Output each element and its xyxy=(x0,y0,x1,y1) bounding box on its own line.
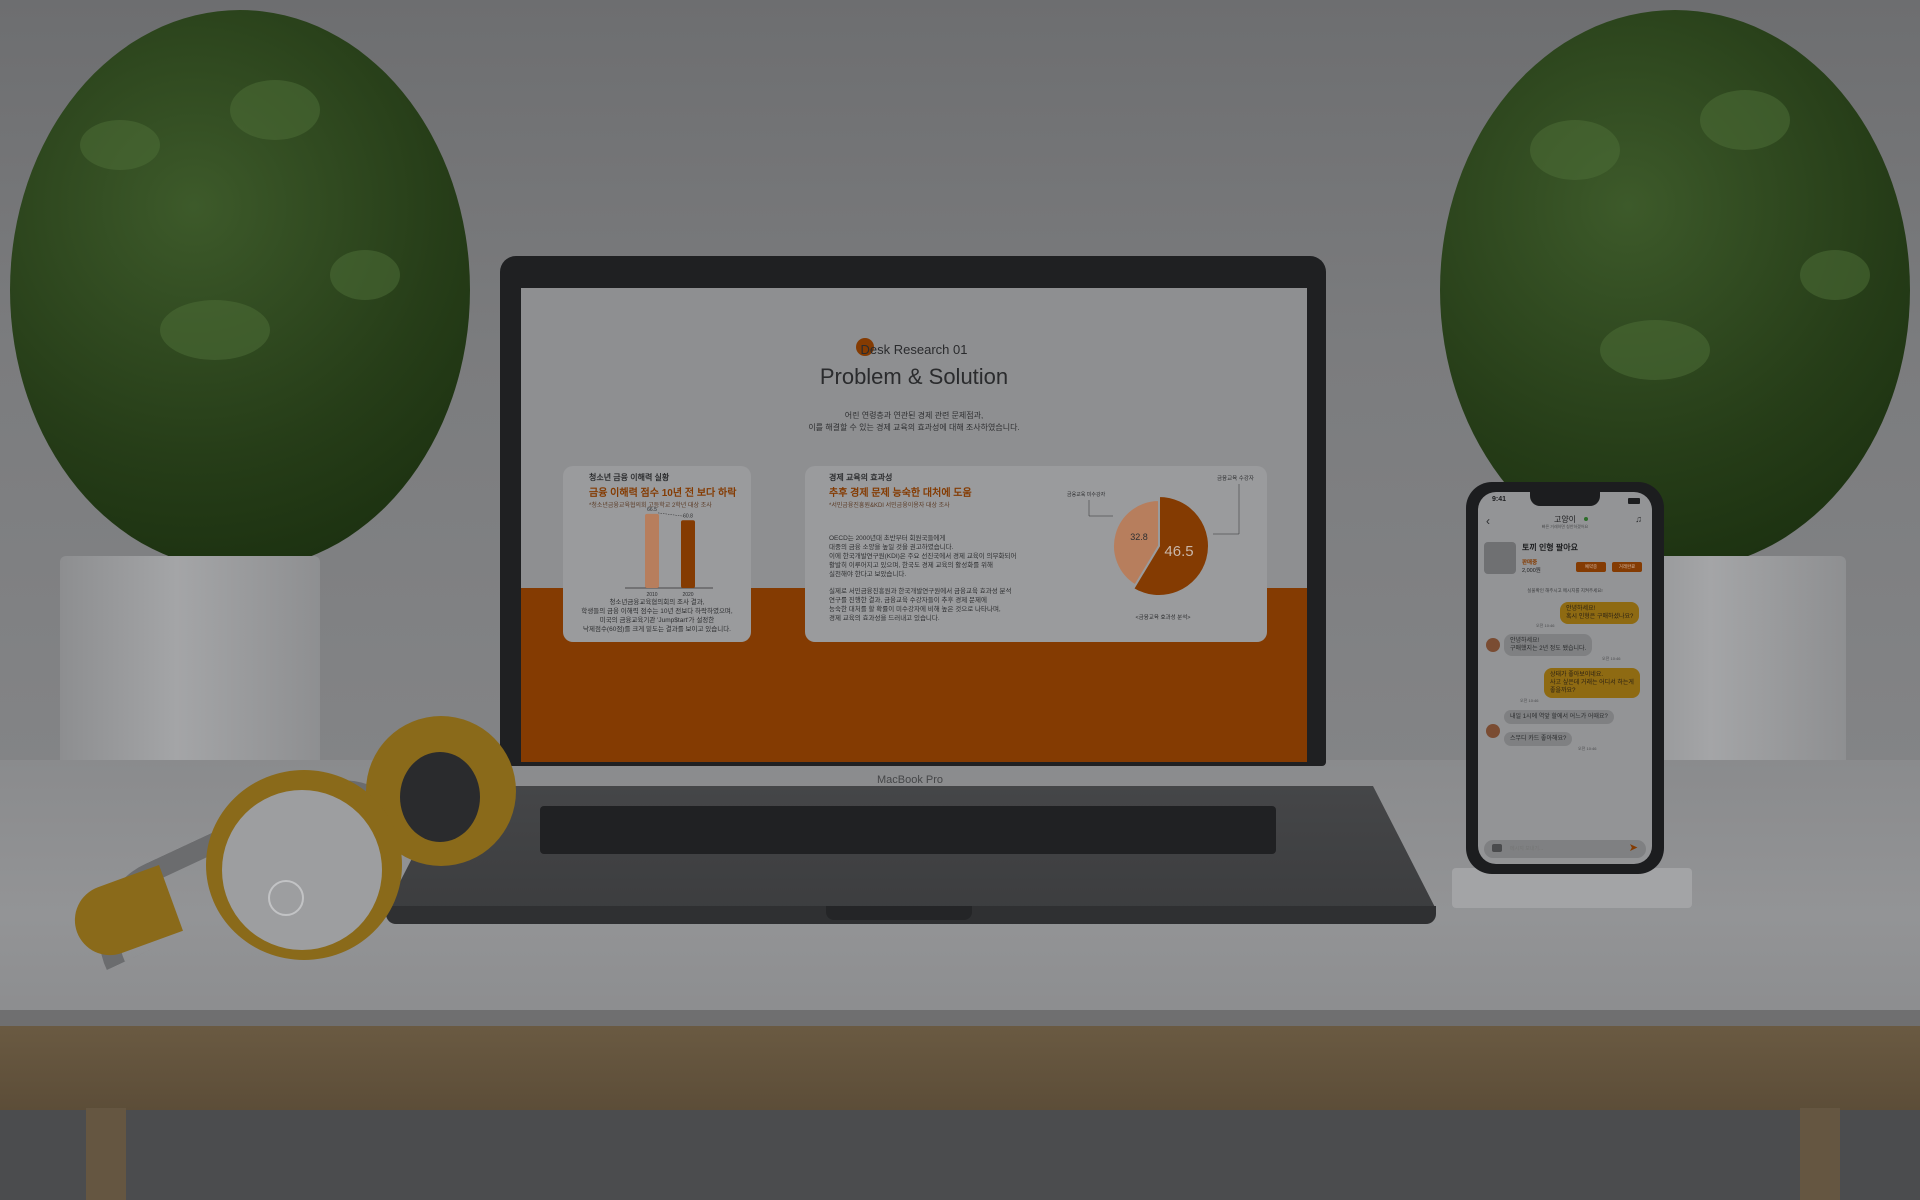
laptop-keyboard xyxy=(540,806,1276,854)
product-thumb[interactable] xyxy=(1484,542,1516,574)
bar-2010 xyxy=(645,513,659,588)
left-card-text-2: 학생들의 금융 이해력 점수는 10년 전보다 하락하였으며, xyxy=(581,608,733,615)
desk-leg-right xyxy=(1800,1108,1840,1200)
message-input[interactable] xyxy=(1510,843,1610,855)
status-time: 9:41 xyxy=(1492,496,1507,503)
phone-stand xyxy=(1452,868,1692,908)
phone-screen: 9:41 ‹ 고양이 빠른 거래하면 칭찬하겠어요 ♫ 토끼 인형 팔아요 판매… xyxy=(1478,492,1652,864)
pie-chart: 32.8 46.5 금융교육 미수강자 금융교육 수강자 <금융교육 효과성 분석> xyxy=(1067,474,1254,621)
right-card-p2-2: 연구를 진행한 결과, 금융교육 수강자들이 추후 경제 문제에 xyxy=(829,597,987,604)
chat-bubble-1: 안녕하세요! 혹시 인형은 구매하셨나요? xyxy=(1560,602,1640,624)
slide-intro-line-1: 어린 연령층과 연관된 경제 관련 문제점과, xyxy=(844,411,984,420)
pie-value-금융교육 수강자: 46.5 xyxy=(1164,543,1193,560)
bar-label-2020: 60.8 xyxy=(683,513,693,519)
right-card-p1-3: 이에 한국개발연구원(KDI)은 주요 선진국에서 경제 교육이 의무화되어 xyxy=(829,553,1017,560)
avatar xyxy=(1486,724,1500,738)
bar-2020 xyxy=(681,520,695,588)
desk-leg-left xyxy=(86,1108,126,1200)
slide-eyebrow: Desk Research 01 xyxy=(860,342,968,357)
presentation-slide: Desk Research 01 Problem & Solution 어린 연… xyxy=(521,288,1307,762)
chat-subtitle: 빠른 거래하면 칭찬하겠어요 xyxy=(1541,524,1589,529)
chat-bubble-4: 내일 1시에 역앞 할에서 어느가 어때요? xyxy=(1504,710,1614,724)
right-card-p2-1: 실제로 서민금융진흥원과 한국개발연구원에서 금융교육 효과성 분석 xyxy=(829,588,1012,595)
laptop-notch xyxy=(826,906,972,920)
headphone-logo xyxy=(268,880,304,916)
chat-bubble-5: 스무디 카드 좋아해요? xyxy=(1504,732,1573,746)
bar-label-2010: 66.5 xyxy=(647,507,657,513)
product-price: 2,000원 xyxy=(1522,568,1541,574)
chat-notice: 실물확인 해주시고 메시지를 지켜주세요! xyxy=(1527,588,1603,593)
pie-value-금융교육 미수강자: 32.8 xyxy=(1130,532,1148,542)
chat-time-1: 오전 10:46 xyxy=(1536,623,1555,628)
left-card: 청소년 금융 이해력 실황 금융 이해력 점수 10년 전 보다 하락 *청소년… xyxy=(563,466,751,642)
bell-icon[interactable]: ♫ xyxy=(1635,514,1642,524)
right-card-p1-1: OECD는 2000년대 초반부터 회원국들에게 xyxy=(829,535,946,542)
left-card-kicker: 청소년 금융 이해력 실황 xyxy=(589,473,670,482)
complete-button[interactable]: 거래완료 xyxy=(1612,562,1642,572)
reserve-button[interactable]: 예약중 xyxy=(1576,562,1606,572)
right-card-headline: 추후 경제 문제 능숙한 대처에 도움 xyxy=(829,488,972,499)
online-dot xyxy=(1584,517,1588,521)
product-title: 토끼 인형 팔아요 xyxy=(1522,543,1578,552)
message-bar: ➤ xyxy=(1484,840,1646,858)
camera-icon[interactable] xyxy=(1492,844,1502,852)
bar-chart: 66.5201060.82020 xyxy=(625,507,713,598)
slide-intro-line-2: 이를 해결할 수 있는 경제 교육의 효과성에 대해 조사하였습니다. xyxy=(808,423,1020,432)
pie-legend-금융교육 수강자: 금융교육 수강자 xyxy=(1217,474,1254,482)
pie-caption: <금융교육 효과성 분석> xyxy=(1135,613,1190,621)
pie-leader-금융교육 미수강자 xyxy=(1088,500,1113,517)
battery-icon xyxy=(1628,498,1640,504)
chat-bubble-3: 상태가 좋아보이네요. 사고 싶은데 거래는 어디서 하는게 좋을까요? xyxy=(1544,668,1640,698)
left-card-text-3: 미국의 금융교육기관 'Jump$tart'가 설정한 xyxy=(599,617,715,624)
right-card-p1-4: 활발히 이루어지고 있으며, 한국도 경제 교육의 활성화를 위해 xyxy=(829,562,993,569)
left-card-text-4: 낙제점수(60점)를 크게 밑도는 결과를 보이고 있습니다. xyxy=(583,626,731,633)
slide-title: Problem & Solution xyxy=(819,364,1009,389)
left-card-text-1: 청소년금융교육협의회의 조사 결과, xyxy=(609,599,705,606)
chat-time-2: 오전 10:46 xyxy=(1602,656,1621,661)
chat-time-5: 오전 10:46 xyxy=(1578,746,1597,751)
right-card-p2-4: 경제 교육의 효과성을 드러내고 있습니다. xyxy=(829,615,940,622)
left-card-headline: 금융 이해력 점수 10년 전 보다 하락 xyxy=(589,488,737,499)
right-card-p1-2: 대중의 금융 소양을 높일 것을 권고하였습니다. xyxy=(829,544,954,551)
product-status: 판매중 xyxy=(1522,560,1538,566)
avatar xyxy=(1486,638,1500,652)
right-card-p1-5: 실천해야 한다고 보았습니다. xyxy=(829,571,907,578)
laptop-screen: Desk Research 01 Problem & Solution 어린 연… xyxy=(521,288,1307,762)
desk-wood xyxy=(0,1026,1920,1110)
right-card-kicker: 경제 교육의 효과성 xyxy=(829,473,893,482)
pie-legend-금융교육 미수강자: 금융교육 미수강자 xyxy=(1067,491,1106,498)
chat-time-3: 오전 10:46 xyxy=(1520,698,1539,703)
phone-notch xyxy=(1530,492,1600,506)
chat-bubble-2: 안녕하세요! 구매했지는 2년 정도 됐습니다. xyxy=(1504,634,1593,656)
right-card-source: *서민금융진흥원&KDI 서민금융이용자 대상 조사 xyxy=(829,503,950,509)
scene: Desk Research 01 Problem & Solution 어린 연… xyxy=(0,0,1920,1200)
right-card: 경제 교육의 효과성 추후 경제 문제 능숙한 대처에 도움 *서민금융진흥원&… xyxy=(805,466,1267,642)
pie-leader-금융교육 수강자 xyxy=(1213,484,1240,535)
send-icon[interactable]: ➤ xyxy=(1629,842,1638,854)
bar-trend-line xyxy=(657,512,685,517)
right-card-p2-3: 능숙한 대처를 할 확률이 미수강자에 비해 높은 것으로 나타나며, xyxy=(829,606,1001,613)
